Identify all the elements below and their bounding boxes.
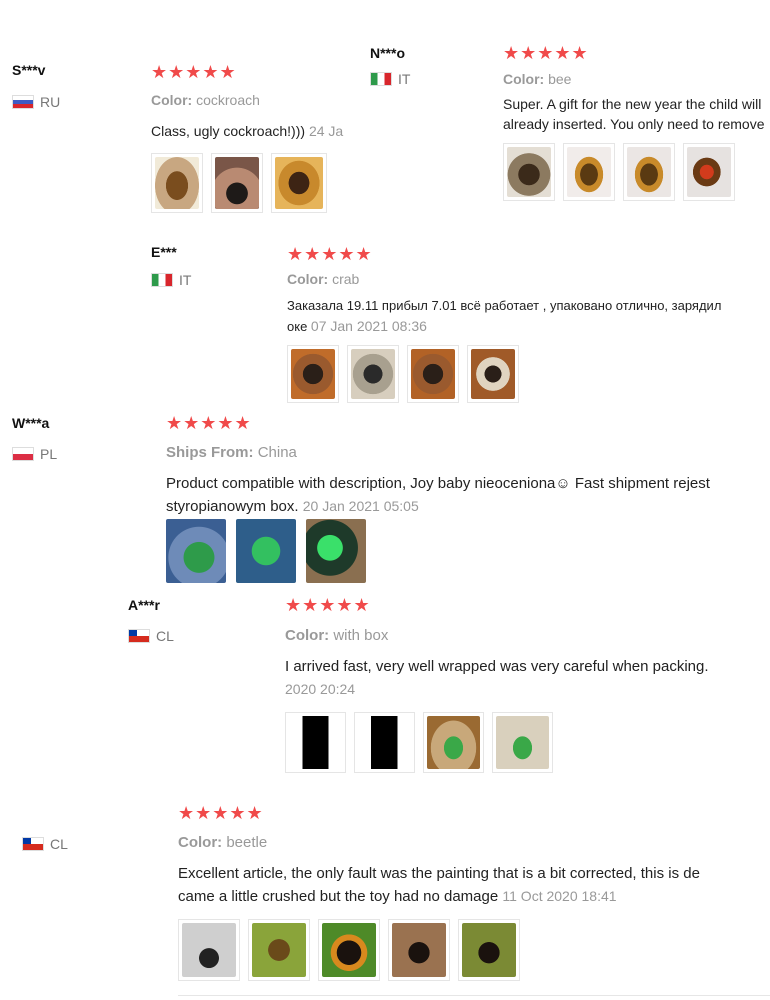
flag-pl-icon <box>12 447 34 461</box>
review-photo[interactable] <box>347 345 399 403</box>
review-photo[interactable] <box>683 143 735 201</box>
review-date: 24 Ja <box>308 123 344 139</box>
review-photos <box>151 153 327 213</box>
review-body-line: already inserted. You only need to remov… <box>503 116 765 132</box>
reviewer-country: PL <box>12 446 57 462</box>
review-photo[interactable] <box>236 519 296 583</box>
review-photos <box>503 143 735 201</box>
country-code: CL <box>50 836 68 852</box>
review-photo[interactable] <box>178 919 240 981</box>
star-rating: ★★★★★ <box>287 244 373 264</box>
review-photo[interactable] <box>354 712 415 773</box>
review-text: I arrived fast, very well wrapped was ve… <box>285 656 770 700</box>
attribute-value: with box <box>333 627 389 644</box>
flag-ru-icon <box>12 95 34 109</box>
star-rating: ★★★★★ <box>151 62 237 82</box>
review-photo[interactable] <box>458 919 520 981</box>
review-body-line: Product compatible with description, Joy… <box>166 475 710 492</box>
review-date: 2020 20:24 <box>285 681 356 697</box>
review-photo[interactable] <box>306 519 366 583</box>
attribute-value: crab <box>332 271 360 287</box>
review-body-line: styropianowym box. <box>166 498 299 515</box>
review-photo[interactable] <box>467 345 519 403</box>
star-rating: ★★★★★ <box>503 43 589 63</box>
review-photos <box>178 919 520 981</box>
review-body-line: оке <box>287 319 308 334</box>
review-attribute: Color: crab <box>287 271 359 287</box>
review-photo[interactable] <box>271 153 327 213</box>
reviewer-country: IT <box>151 272 191 288</box>
review-text: Super. A gift for the new year the child… <box>503 94 770 134</box>
review-photo[interactable] <box>287 345 339 403</box>
review-photo[interactable] <box>248 919 310 981</box>
attribute-label: Color: <box>503 71 545 87</box>
reviewer-country: CL <box>22 836 68 852</box>
review-photo[interactable] <box>423 712 484 773</box>
review-photo[interactable] <box>151 153 203 213</box>
review-body-line: I arrived fast, very well wrapped was ve… <box>285 658 709 675</box>
review-text: Class, ugly cockroach!))) 24 Ja <box>151 121 351 141</box>
flag-cl-icon <box>128 629 150 643</box>
attribute-label: Color: <box>178 834 223 851</box>
review-photo[interactable] <box>388 919 450 981</box>
reviewer-name: A***r <box>128 597 160 613</box>
country-code: PL <box>40 446 58 462</box>
reviewer-name: E*** <box>151 244 177 260</box>
review-photo[interactable] <box>492 712 553 773</box>
review-text: Product compatible with description, Joy… <box>166 473 770 518</box>
attribute-value: bee <box>548 71 572 87</box>
reviewer-name: W***a <box>12 415 50 431</box>
review-photo[interactable] <box>563 143 615 201</box>
review-body-line: Excellent article, the only fault was th… <box>178 865 700 882</box>
review-date: 11 Oct 2020 18:41 <box>502 888 617 904</box>
review-body-line: Заказала 19.11 прибыл 7.01 всё работает … <box>287 298 722 313</box>
reviewer-country: CL <box>128 628 174 644</box>
review-photo[interactable] <box>211 153 263 213</box>
attribute-label: Ships From: <box>166 444 254 461</box>
review-date: 20 Jan 2021 05:05 <box>302 498 419 514</box>
review-attribute: Color: cockroach <box>151 92 260 108</box>
country-code: IT <box>398 71 411 87</box>
star-rating: ★★★★★ <box>285 595 371 615</box>
flag-cl-icon <box>22 837 44 851</box>
review-body-line: came a little crushed but the toy had no… <box>178 888 499 905</box>
reviewer-name: S***v <box>12 62 46 78</box>
review-photo[interactable] <box>285 712 346 773</box>
review-attribute: Color: beetle <box>178 834 267 851</box>
review-photo[interactable] <box>318 919 380 981</box>
reviewer-country: RU <box>12 94 60 110</box>
review-body: Class, ugly cockroach!))) <box>151 123 306 139</box>
review-text: Excellent article, the only fault was th… <box>178 863 770 908</box>
attribute-label: Color: <box>287 271 329 287</box>
review-photos <box>166 519 366 583</box>
review-body-line: Super. A gift for the new year the child… <box>503 96 762 112</box>
reviewer-name: N***o <box>370 45 406 61</box>
attribute-value: China <box>257 444 297 461</box>
reviewer-country: IT <box>370 71 410 87</box>
review-attribute: Ships From: China <box>166 444 297 461</box>
review-photo[interactable] <box>166 519 226 583</box>
country-code: CL <box>156 628 174 644</box>
attribute-value: beetle <box>226 834 268 851</box>
attribute-label: Color: <box>151 92 193 108</box>
star-rating: ★★★★★ <box>166 413 252 433</box>
review-photo[interactable] <box>407 345 459 403</box>
review-attribute: Color: with box <box>285 627 388 644</box>
review-text: Заказала 19.11 прибыл 7.01 всё работает … <box>287 296 770 337</box>
flag-it-icon <box>151 273 173 287</box>
flag-it-icon <box>370 72 392 86</box>
review-attribute: Color: bee <box>503 71 571 87</box>
review-photos <box>285 712 553 773</box>
attribute-value: cockroach <box>196 92 260 108</box>
review-date: 07 Jan 2021 08:36 <box>310 318 427 334</box>
review-photos <box>287 345 519 403</box>
country-code: RU <box>40 94 61 110</box>
review-photo[interactable] <box>623 143 675 201</box>
review-divider <box>178 995 770 996</box>
review-photo[interactable] <box>503 143 555 201</box>
country-code: IT <box>179 272 192 288</box>
star-rating: ★★★★★ <box>178 803 264 823</box>
attribute-label: Color: <box>285 627 330 644</box>
